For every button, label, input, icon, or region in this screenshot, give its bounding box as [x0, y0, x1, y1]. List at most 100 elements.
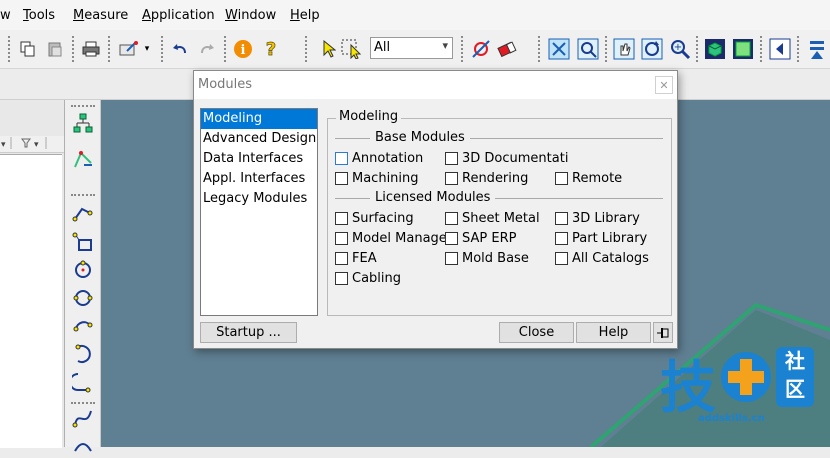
module-checkbox[interactable]: Part Library: [555, 231, 647, 246]
toolbar-separator: [605, 36, 607, 62]
copy-icon[interactable]: [17, 38, 39, 60]
licensed-modules-heading: Licensed Modules: [370, 190, 496, 205]
checkbox[interactable]: [335, 172, 348, 185]
toolbar-separator: [108, 36, 110, 62]
menu-measure[interactable]: Measure: [73, 8, 128, 23]
checkbox-label: SAP ERP: [462, 231, 517, 246]
arc-tangent-icon[interactable]: [71, 370, 95, 394]
menu-help[interactable]: Help: [290, 8, 320, 23]
circle-icon[interactable]: [71, 258, 95, 282]
checkbox[interactable]: [335, 252, 348, 265]
undo-icon[interactable]: [169, 38, 191, 60]
conic-icon[interactable]: [71, 434, 95, 458]
rectangle-icon[interactable]: [71, 230, 95, 254]
shaded-icon[interactable]: [704, 38, 726, 60]
toolbar-separator: [71, 402, 95, 404]
checkbox[interactable]: [445, 172, 458, 185]
spline-icon[interactable]: [71, 406, 95, 430]
filter-select[interactable]: All ▾: [370, 37, 453, 59]
polyline-icon[interactable]: [71, 202, 95, 226]
fit-icon[interactable]: [548, 38, 570, 60]
more-icon[interactable]: [806, 38, 828, 60]
zoom-icon[interactable]: +: [669, 38, 691, 60]
module-checkbox[interactable]: Model Manager: [335, 231, 452, 246]
module-checkbox[interactable]: Annotation: [335, 151, 423, 166]
module-checkbox[interactable]: Remote: [555, 171, 622, 186]
category-item-advanced-design[interactable]: Advanced Design: [201, 129, 317, 149]
dialog-titlebar[interactable]: Modules ✕: [194, 71, 677, 99]
circle-3pt-icon[interactable]: [71, 286, 95, 310]
info-icon[interactable]: i: [232, 38, 254, 60]
select-box-icon[interactable]: [341, 38, 363, 60]
wireframe-icon[interactable]: [732, 38, 754, 60]
module-checkbox[interactable]: SAP ERP: [445, 231, 516, 246]
sketch-icon[interactable]: [71, 148, 95, 172]
zoom-box-icon[interactable]: [577, 38, 599, 60]
checkbox-label: FEA: [352, 251, 377, 266]
checkbox[interactable]: [335, 272, 348, 285]
checkbox-label: Part Library: [572, 231, 648, 246]
tree-icon[interactable]: [71, 112, 95, 136]
modules-dialog: Modules ✕ Modeling Advanced Design Data …: [193, 70, 678, 349]
wand-icon[interactable]: [118, 38, 140, 60]
close-button[interactable]: Close: [499, 322, 574, 343]
left-panel-filter[interactable]: ▾ ▾: [0, 136, 64, 153]
checkbox-label: Remote: [572, 171, 623, 186]
module-checkbox[interactable]: All Catalogs: [555, 251, 649, 266]
close-icon[interactable]: ✕: [655, 76, 673, 94]
model-tree[interactable]: [0, 154, 62, 448]
checkbox-label: All Catalogs: [572, 251, 649, 266]
pin-icon[interactable]: [653, 322, 673, 343]
module-checkbox[interactable]: Mold Base: [445, 251, 529, 266]
checkbox[interactable]: [445, 232, 458, 245]
pan-icon[interactable]: [613, 38, 635, 60]
toolbar-separator: [305, 36, 307, 62]
category-item-modeling[interactable]: Modeling: [201, 109, 317, 129]
module-checkbox[interactable]: Sheet Metal: [445, 211, 540, 226]
module-checkbox[interactable]: Cabling: [335, 271, 401, 286]
select-icon[interactable]: [318, 38, 340, 60]
module-checkbox[interactable]: Surfacing: [335, 211, 414, 226]
module-checkbox[interactable]: Machining: [335, 171, 419, 186]
checkbox[interactable]: [335, 212, 348, 225]
module-checkbox[interactable]: FEA: [335, 251, 377, 266]
help-button[interactable]: Help: [576, 322, 651, 343]
checkbox[interactable]: [445, 212, 458, 225]
category-list[interactable]: Modeling Advanced Design Data Interfaces…: [200, 108, 318, 316]
toolbar-separator: [461, 36, 463, 62]
paste-icon[interactable]: [44, 38, 66, 60]
help-icon[interactable]: ?: [260, 38, 282, 60]
startup-button[interactable]: Startup ...: [200, 322, 297, 343]
prev-icon[interactable]: [769, 38, 791, 60]
menu-bar: w Tools Measure Application Window Help: [0, 0, 830, 30]
checkbox[interactable]: [335, 232, 348, 245]
arc-center-icon[interactable]: [71, 342, 95, 366]
checkbox[interactable]: [555, 232, 568, 245]
checkbox[interactable]: [555, 212, 568, 225]
module-checkbox[interactable]: 3D Library: [555, 211, 640, 226]
checkbox[interactable]: [335, 152, 348, 165]
module-checkbox[interactable]: 3D Documentati: [445, 151, 568, 166]
menu-view-partial[interactable]: w: [0, 8, 11, 23]
redo-icon[interactable]: [196, 38, 218, 60]
menu-window[interactable]: Window: [225, 8, 276, 23]
chevron-down-icon[interactable]: ▾: [141, 38, 153, 60]
menu-tools[interactable]: Tools: [23, 8, 55, 23]
pick-icon[interactable]: [470, 38, 492, 60]
category-item-appl-interfaces[interactable]: Appl. Interfaces: [201, 169, 317, 189]
toolbar-separator: [71, 194, 95, 196]
category-item-legacy-modules[interactable]: Legacy Modules: [201, 189, 317, 209]
checkbox[interactable]: [555, 172, 568, 185]
checkbox[interactable]: [445, 252, 458, 265]
svg-text:▾: ▾: [1, 140, 6, 150]
erase-icon[interactable]: [496, 38, 518, 60]
category-item-data-interfaces[interactable]: Data Interfaces: [201, 149, 317, 169]
vertical-toolbar: [65, 100, 101, 452]
print-icon[interactable]: [80, 38, 102, 60]
menu-application[interactable]: Application: [142, 8, 215, 23]
module-checkbox[interactable]: Rendering: [445, 171, 528, 186]
arc-icon[interactable]: [71, 314, 95, 338]
checkbox[interactable]: [555, 252, 568, 265]
rotate-icon[interactable]: [641, 38, 663, 60]
checkbox[interactable]: [445, 152, 458, 165]
